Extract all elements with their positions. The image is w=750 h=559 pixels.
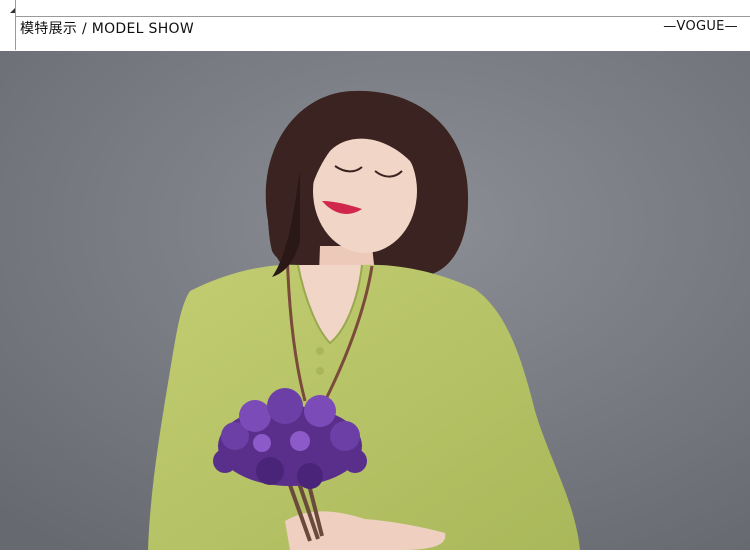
shirt-button-1	[316, 347, 324, 355]
model-photo	[0, 51, 750, 550]
model-illustration	[0, 51, 750, 550]
page-header: 模特展示 / MODEL SHOW —VOGUE—	[0, 0, 750, 50]
vogue-tag: —VOGUE—	[663, 19, 738, 34]
bottom-margin	[0, 550, 750, 559]
section-title: 模特展示 / MODEL SHOW	[20, 18, 194, 38]
section-title-cn: 模特展示	[20, 21, 78, 37]
header-horizontal-rule	[16, 16, 750, 17]
header-vertical-rule	[15, 0, 16, 50]
shirt-button-2	[316, 367, 324, 375]
section-title-separator: /	[77, 21, 92, 37]
section-title-en: MODEL SHOW	[91, 21, 194, 37]
